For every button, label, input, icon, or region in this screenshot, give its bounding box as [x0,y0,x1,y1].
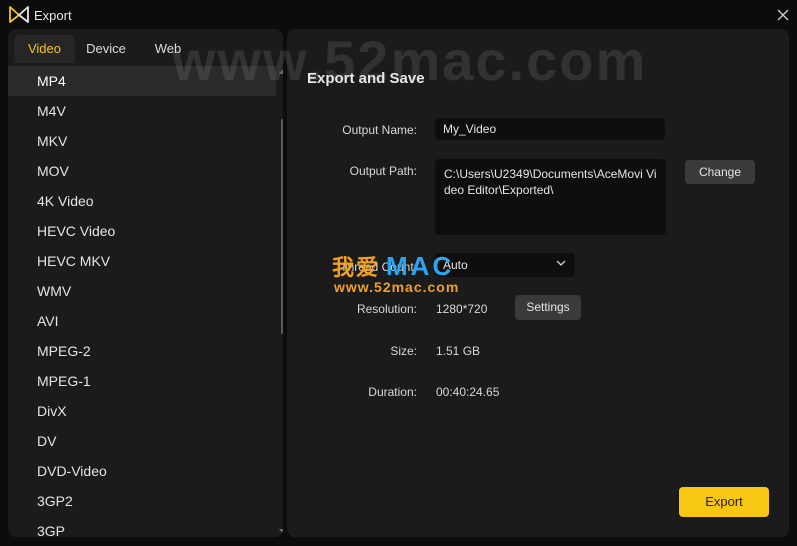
format-item-divx[interactable]: DivX [8,396,276,426]
output-name-label: Output Name: [342,123,417,137]
format-list-scrollbar[interactable] [276,67,283,535]
format-tabs: Video Device Web [8,29,283,67]
format-item-avi[interactable]: AVI [8,306,276,336]
resolution-value: 1280*720 [436,302,488,316]
resolution-label: Resolution: [356,302,417,316]
tab-device[interactable]: Device [79,35,133,63]
format-panel: Video Device Web MP4 M4V MKV MOV 4K Vide… [8,29,283,537]
size-label: Size: [390,344,417,358]
output-path-label: Output Path: [349,164,417,178]
settings-button[interactable]: Settings [515,295,581,320]
format-item-3gp[interactable]: 3GP [8,516,276,537]
format-item-mpeg2[interactable]: MPEG-2 [8,336,276,366]
format-list: MP4 M4V MKV MOV 4K Video HEVC Video HEVC… [8,66,276,537]
export-settings-panel: Export and Save Output Name: My_Video Ou… [287,29,789,537]
duration-value: 00:40:24.65 [436,385,500,399]
output-path-field[interactable]: C:\Users\U2349\Documents\AceMovi Video E… [435,159,666,235]
format-item-3gp2[interactable]: 3GP2 [8,486,276,516]
thread-count-label: Thread Count: [340,260,417,274]
format-item-m4v[interactable]: M4V [8,96,276,126]
format-item-mov[interactable]: MOV [8,156,276,186]
duration-label: Duration: [368,385,417,399]
window-title: Export [34,8,72,23]
format-item-dv[interactable]: DV [8,426,276,456]
thread-count-value: Auto [443,258,468,272]
scroll-up-icon[interactable] [279,69,283,74]
tab-video[interactable]: Video [14,35,75,63]
thread-count-dropdown[interactable]: Auto [435,253,575,277]
app-logo-icon [9,6,29,23]
size-value: 1.51 GB [436,344,481,358]
format-item-hevc-mkv[interactable]: HEVC MKV [8,246,276,276]
title-bar: Export [0,0,797,30]
close-icon[interactable] [775,7,791,23]
format-item-4k-video[interactable]: 4K Video [8,186,276,216]
format-item-dvd-video[interactable]: DVD-Video [8,456,276,486]
scroll-thumb[interactable] [281,119,283,334]
format-item-mp4[interactable]: MP4 [8,66,276,96]
format-item-mpeg1[interactable]: MPEG-1 [8,366,276,396]
change-button[interactable]: Change [685,160,755,184]
output-name-input[interactable]: My_Video [435,118,665,140]
chevron-down-icon [556,260,566,266]
format-item-hevc-video[interactable]: HEVC Video [8,216,276,246]
format-item-mkv[interactable]: MKV [8,126,276,156]
format-item-wmv[interactable]: WMV [8,276,276,306]
export-button[interactable]: Export [679,487,769,517]
scroll-down-icon[interactable] [279,529,283,534]
tab-web[interactable]: Web [145,35,191,63]
section-title: Export and Save [307,70,425,87]
